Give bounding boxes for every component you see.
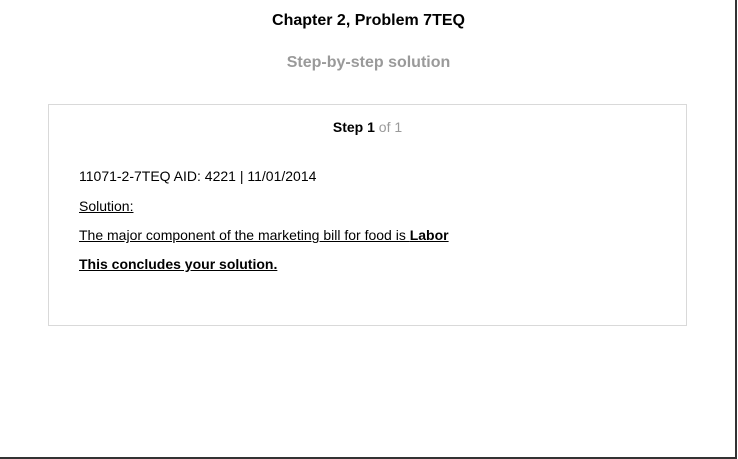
conclusion-line: This concludes your solution. [79, 256, 278, 272]
step-label: Step [332, 119, 364, 135]
meta-line: 11071-2-7TEQ AID: 4221 | 11/01/2014 [79, 168, 317, 184]
step-header: Step 1 of 1 [49, 118, 686, 136]
step-total: of 1 [378, 119, 403, 135]
solution-label: Solution: [79, 198, 134, 214]
answer-prefix: The major component of the marketing bil… [79, 227, 410, 243]
answer-value: Labor [409, 227, 449, 243]
step-number: 1 [367, 119, 375, 135]
step-card: Step 1 of 1 11071-2-7TEQ AID: 4221 | 11/… [48, 104, 687, 326]
page-title: Chapter 2, Problem 7TEQ [272, 12, 465, 29]
page-subtitle: Step-by-step solution [286, 54, 451, 71]
answer-line: The major component of the marketing bil… [79, 226, 449, 244]
page-frame: Chapter 2, Problem 7TEQ Step-by-step sol… [0, 0, 737, 459]
